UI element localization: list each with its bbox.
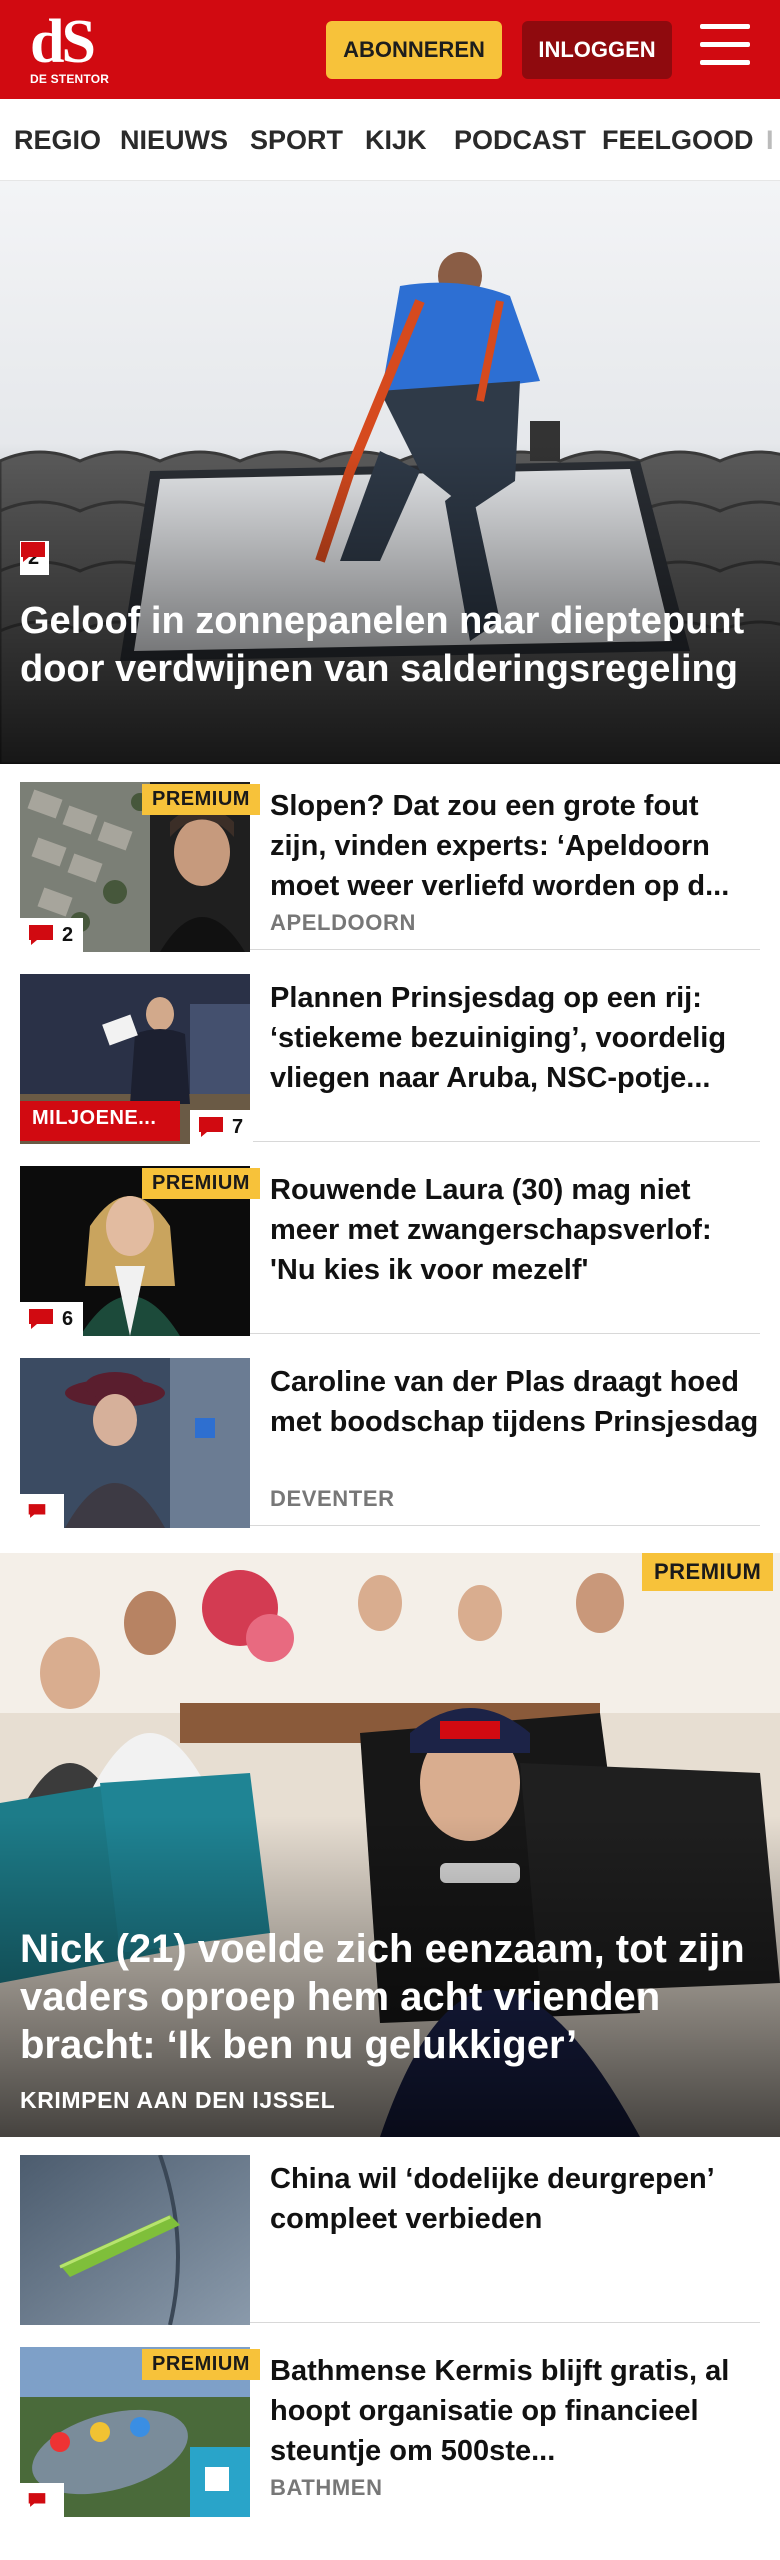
article-headline[interactable]: Plannen Prinsjesdag op een rij: ‘stiekem… <box>270 978 760 1098</box>
comment-count-badge <box>20 2483 64 2517</box>
login-button[interactable]: INLOGGEN <box>522 21 672 79</box>
article-item-prinsjesdag[interactable]: MILJOENE... 7 Plannen Prinsjesdag op een… <box>20 962 760 1144</box>
comment-icon <box>28 1308 54 1330</box>
subscribe-button[interactable]: ABONNEREN <box>326 21 502 79</box>
comment-icon <box>28 1500 46 1522</box>
comment-count: 6 <box>62 1307 74 1330</box>
comment-count-badge <box>20 1494 64 1528</box>
feature-headline[interactable]: Nick (21) voelde zich eenzaam, tot zijn … <box>20 1925 760 2069</box>
article-location: DEVENTER <box>270 1486 395 1511</box>
comment-icon <box>28 924 54 946</box>
category-tag: MILJOENE... <box>20 1101 180 1141</box>
premium-badge: PREMIUM <box>142 2349 260 2380</box>
menu-icon[interactable] <box>700 24 752 72</box>
site-header: dS DE STENTOR ABONNEREN INLOGGEN <box>0 0 780 99</box>
article-headline[interactable]: Slopen? Dat zou een grote fout zijn, vin… <box>270 786 760 906</box>
feature-location: KRIMPEN AAN DEN IJSSEL <box>20 2087 336 2113</box>
article-thumbnail <box>20 2155 250 2325</box>
article-headline[interactable]: Bathmense Kermis blijft gratis, al hoopt… <box>270 2351 760 2471</box>
article-item-apeldoorn[interactable]: PREMIUM 2 Slopen? Dat zou een grote fout… <box>20 770 760 952</box>
premium-badge: PREMIUM <box>142 784 260 815</box>
comment-count-badge: 7 <box>190 1110 254 1144</box>
hero-article[interactable]: 2 Geloof in zonnepanelen naar dieptepunt… <box>0 181 780 764</box>
article-headline[interactable]: Caroline van der Plas draagt hoed met bo… <box>270 1362 760 1482</box>
site-logo[interactable]: dS DE STENTOR <box>30 8 110 90</box>
section-nav: REGIO NIEUWS SPORT KIJK PODCAST FEELGOOD… <box>0 99 780 181</box>
comment-count: 7 <box>232 1115 244 1138</box>
hero-headline[interactable]: Geloof in zonnepanelen naar dieptepunt d… <box>20 597 760 693</box>
nav-item-sport[interactable]: SPORT <box>250 125 343 156</box>
comment-count-badge: 2 <box>20 918 84 952</box>
comment-icon <box>20 541 46 563</box>
logo-subtitle: DE STENTOR <box>30 72 110 86</box>
nav-item-feelgood[interactable]: FEELGOOD <box>602 125 754 156</box>
article-headline[interactable]: China wil ‘dodelijke deurgrepen’ complee… <box>270 2159 760 2279</box>
nav-item-nieuws[interactable]: NIEUWS <box>120 125 228 156</box>
premium-badge: PREMIUM <box>642 1553 774 1591</box>
comment-count: 2 <box>62 923 74 946</box>
article-item-laura[interactable]: PREMIUM 6 Rouwende Laura (30) mag niet m… <box>20 1154 760 1336</box>
nav-item-regio[interactable]: REGIO <box>14 125 101 156</box>
comment-icon <box>198 1116 224 1138</box>
logo-mark: dS <box>30 8 96 76</box>
article-item-van-der-plas[interactable]: Caroline van der Plas draagt hoed met bo… <box>20 1346 760 1528</box>
article-item-china[interactable]: China wil ‘dodelijke deurgrepen’ complee… <box>20 2143 760 2325</box>
feature-article[interactable]: PREMIUM Nick (21) voelde zich eenzaam, t… <box>0 1553 780 2137</box>
nav-item-podcast[interactable]: PODCAST <box>454 125 586 156</box>
comment-count-badge: 6 <box>20 1302 84 1336</box>
article-headline[interactable]: Rouwende Laura (30) mag niet meer met zw… <box>270 1170 760 1290</box>
nav-item-more[interactable]: I <box>766 125 774 156</box>
comment-icon <box>28 2489 46 2511</box>
comment-count-badge: 2 <box>20 541 50 575</box>
nav-item-kijk[interactable]: KIJK <box>365 125 427 156</box>
premium-badge: PREMIUM <box>142 1168 260 1199</box>
article-location: APELDOORN <box>270 910 416 935</box>
article-item-bathmen[interactable]: PREMIUM Bathmense Kermis blijft gratis, … <box>20 2335 760 2517</box>
article-location: BATHMEN <box>270 2475 383 2500</box>
